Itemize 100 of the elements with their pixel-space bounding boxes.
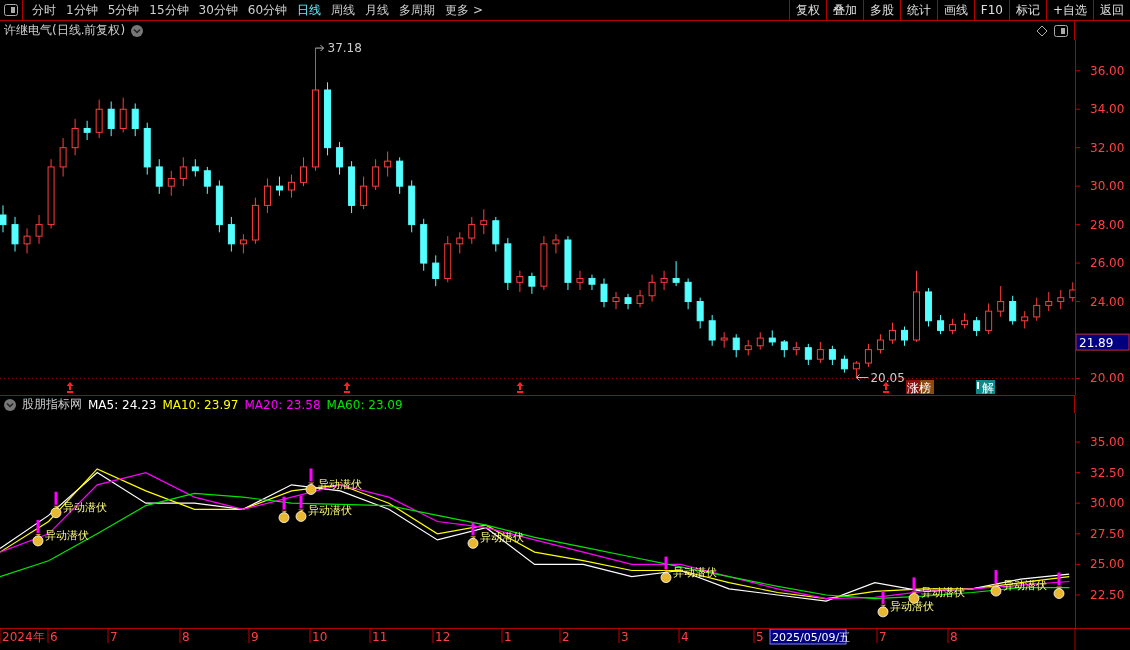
toolbar-button[interactable]: 多股: [862, 0, 900, 20]
period-tab[interactable]: 5分钟: [102, 1, 145, 19]
signal-bar: [282, 496, 286, 510]
candle: [1069, 281, 1075, 303]
dropdown-icon[interactable]: [4, 398, 16, 411]
candle: [131, 102, 139, 137]
panel-toggle-icon[interactable]: [4, 4, 18, 16]
candle: [0, 204, 7, 233]
period-tab[interactable]: 多周期: [394, 1, 441, 19]
panel-toggle-icon[interactable]: [1054, 24, 1068, 37]
axis-label: 27.50: [1090, 526, 1125, 541]
candle: [480, 208, 488, 235]
toolbar-button[interactable]: 复权: [788, 0, 826, 20]
candle: [540, 235, 548, 291]
signal-bar: [664, 556, 668, 570]
candle: [1045, 291, 1053, 312]
candle: [828, 345, 836, 366]
candle: [47, 158, 55, 229]
period-tab[interactable]: 15分钟: [144, 1, 194, 19]
toolbar-button[interactable]: 叠加: [825, 0, 863, 20]
candle: [816, 341, 824, 364]
period-tab[interactable]: 分时: [27, 1, 61, 19]
chart-title: 许继电气(日线.前复权): [3, 22, 126, 39]
period-tab[interactable]: 月线: [360, 1, 395, 19]
candle: [516, 270, 524, 293]
candle: [1033, 297, 1041, 322]
candle: [901, 326, 908, 347]
money-bag-icon: [295, 509, 307, 522]
arrow-icon: [855, 374, 869, 381]
signal-label: 异动潜伏: [45, 528, 89, 542]
signal-bar: [309, 468, 313, 482]
toolbar-button[interactable]: +自选: [1045, 0, 1093, 20]
candle: [756, 331, 764, 351]
toolbar-button[interactable]: 返回: [1093, 0, 1130, 20]
candle: [961, 312, 969, 329]
candle: [83, 120, 91, 141]
axis-label: 30.00: [1090, 179, 1125, 194]
candle: [348, 160, 356, 214]
candle: [949, 318, 957, 335]
candle: [179, 156, 187, 187]
candle: [552, 233, 560, 254]
toolbar-button[interactable]: 统计: [899, 0, 937, 20]
candle: [985, 302, 993, 335]
toolbar-button[interactable]: 标记: [1008, 0, 1046, 20]
date-label: 8: [950, 630, 958, 644]
candle: [408, 179, 416, 233]
diamond-icon[interactable]: [1036, 24, 1048, 37]
candle: [696, 297, 704, 329]
date-label: 7: [879, 630, 887, 644]
period-tab[interactable]: 60分钟: [242, 1, 293, 19]
candle: [1009, 295, 1017, 326]
date-label: 6: [50, 630, 58, 644]
toolbar-button[interactable]: 画线: [936, 0, 974, 20]
signal-label: 异动潜伏: [63, 500, 107, 514]
date-label: 10: [312, 630, 328, 644]
toolbar-button[interactable]: F10: [973, 0, 1009, 20]
marker-icon: [882, 382, 890, 393]
candle: [588, 274, 596, 291]
candle: [864, 343, 872, 368]
candle: [336, 141, 344, 176]
candle: [660, 270, 668, 291]
signal-label: 异动潜伏: [890, 599, 934, 613]
signal-bar: [881, 590, 885, 604]
period-tab[interactable]: 30分钟: [193, 1, 243, 19]
date-label: 8: [182, 630, 190, 644]
signal-bar: [36, 519, 40, 533]
candle: [107, 101, 115, 137]
marker-icon: [343, 382, 351, 393]
candle: [840, 354, 848, 374]
candle: [876, 333, 884, 354]
candle: [792, 341, 800, 356]
money-bag-icon: [660, 570, 672, 583]
legend-value: : 24.23: [114, 397, 157, 412]
candle: [804, 343, 812, 366]
indicator-title: 股朋指标网: [22, 396, 82, 413]
axis-label: 32.00: [1090, 140, 1125, 155]
period-tab[interactable]: 周线: [326, 1, 361, 19]
axis-label: 34.00: [1090, 102, 1125, 117]
candle: [71, 118, 79, 156]
dropdown-icon[interactable]: [131, 24, 144, 37]
candle: [456, 231, 464, 254]
candle: [119, 97, 127, 133]
candle: [239, 233, 247, 254]
candle: [768, 329, 776, 347]
axis-label: 32.50: [1090, 465, 1125, 480]
candle: [396, 156, 404, 195]
date-label: 1: [504, 630, 512, 644]
period-tab[interactable]: 1分钟: [61, 1, 103, 19]
candle: [973, 316, 981, 337]
money-bag-icon: [877, 604, 889, 618]
low-price-label: 20.05: [870, 370, 905, 385]
axis-label: 22.50: [1090, 587, 1125, 602]
period-tab[interactable]: 更多 >: [440, 1, 488, 19]
date-label: 11: [372, 630, 388, 644]
marker-icon: [516, 382, 524, 393]
candle: [251, 197, 259, 245]
axis-label: 30.00: [1090, 496, 1125, 511]
signal-bar: [299, 495, 303, 509]
legend-name: MA5: [88, 397, 115, 412]
period-tab[interactable]: 日线: [292, 1, 327, 19]
